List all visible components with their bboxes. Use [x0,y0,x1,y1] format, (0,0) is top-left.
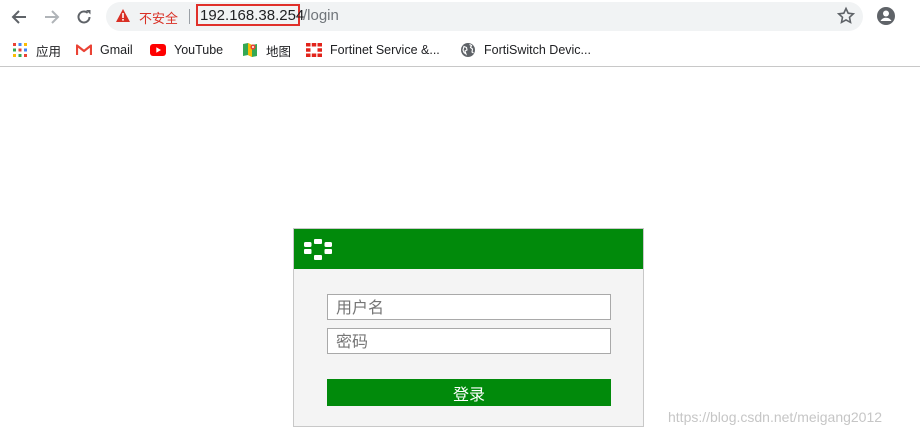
bookmark-label: 应用 [36,44,62,59]
bookmark-fortiswitch[interactable]: FortiSwitch Devic... [460,41,591,59]
gmail-icon [76,42,92,58]
reload-icon [77,10,91,24]
bookmark-maps[interactable]: 地图 [242,41,291,59]
bookmark-label: Fortinet Service &... [330,43,440,57]
globe-icon [460,42,476,58]
bookmark-fortinet-service[interactable]: Fortinet Service &... [306,41,440,59]
bookmark-label: Gmail [100,43,133,57]
apps-grid-icon [12,42,28,58]
login-button[interactable]: 登录 [327,379,611,406]
url-path[interactable]: /login [303,7,339,24]
bookmarks-bar: 应用 Gmail YouTube 地图 Fortinet Service &..… [0,34,920,67]
bookmark-label: 地图 [266,44,292,59]
bookmark-star-icon[interactable] [836,6,856,26]
bookmark-apps[interactable]: 应用 [12,41,61,59]
login-panel-header [294,229,643,269]
security-status-label[interactable]: 不安全 [139,8,178,27]
bookmark-gmail[interactable]: Gmail [76,41,133,59]
forward-button[interactable] [39,4,65,30]
address-separator [189,9,190,24]
fortinet-icon [306,42,322,58]
maps-icon [242,42,258,58]
browser-toolbar: 不安全 192.168.38.254 /login [0,0,920,34]
back-arrow-icon [11,10,26,24]
youtube-icon [150,42,166,58]
reload-button[interactable] [71,4,97,30]
fortinet-logo-icon [304,239,332,260]
warning-triangle-icon [116,9,130,22]
forward-arrow-icon [45,10,60,24]
login-panel: 登录 [293,228,644,427]
password-input[interactable] [327,328,611,354]
account-avatar-icon[interactable] [876,6,896,26]
url-host[interactable]: 192.168.38.254 [200,7,304,24]
username-input[interactable] [327,294,611,320]
watermark-text: https://blog.csdn.net/meigang2012 [668,409,883,425]
bookmark-youtube[interactable]: YouTube [150,41,223,59]
back-button[interactable] [6,4,32,30]
bookmark-label: YouTube [174,43,224,57]
bookmark-label: FortiSwitch Devic... [484,43,591,57]
